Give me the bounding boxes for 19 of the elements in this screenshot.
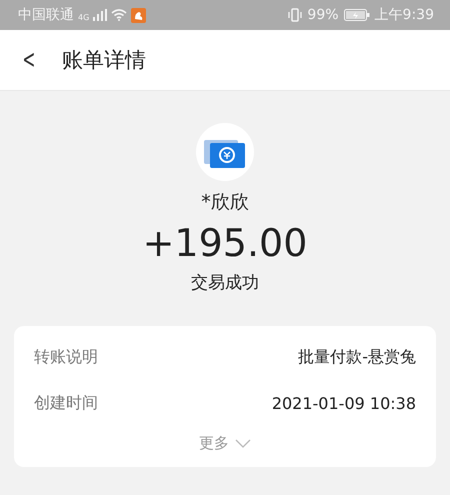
vibrate-icon <box>288 8 302 22</box>
detail-label: 创建时间 <box>34 392 98 414</box>
page-title: 账单详情 <box>62 47 146 74</box>
back-button[interactable]: < <box>22 45 36 75</box>
signal-icon <box>93 9 108 21</box>
transaction-status: 交易成功 <box>191 272 259 294</box>
clock-time: 上午9:39 <box>374 6 434 24</box>
app-notification-icon <box>131 8 146 22</box>
battery-percent: 99% <box>307 7 339 23</box>
wifi-icon <box>111 9 128 21</box>
payer-name: *欣欣 <box>201 190 249 215</box>
detail-value: 批量付款-悬赏兔 <box>298 346 416 368</box>
transaction-amount: +195.00 <box>142 221 308 265</box>
transfer-icon <box>196 123 254 181</box>
battery-charging-icon <box>344 9 370 21</box>
carrier-name: 中国联通 <box>18 6 74 24</box>
detail-value: 2021-01-09 10:38 <box>272 394 416 412</box>
detail-label: 转账说明 <box>34 346 98 368</box>
network-type: 4G <box>78 13 90 22</box>
